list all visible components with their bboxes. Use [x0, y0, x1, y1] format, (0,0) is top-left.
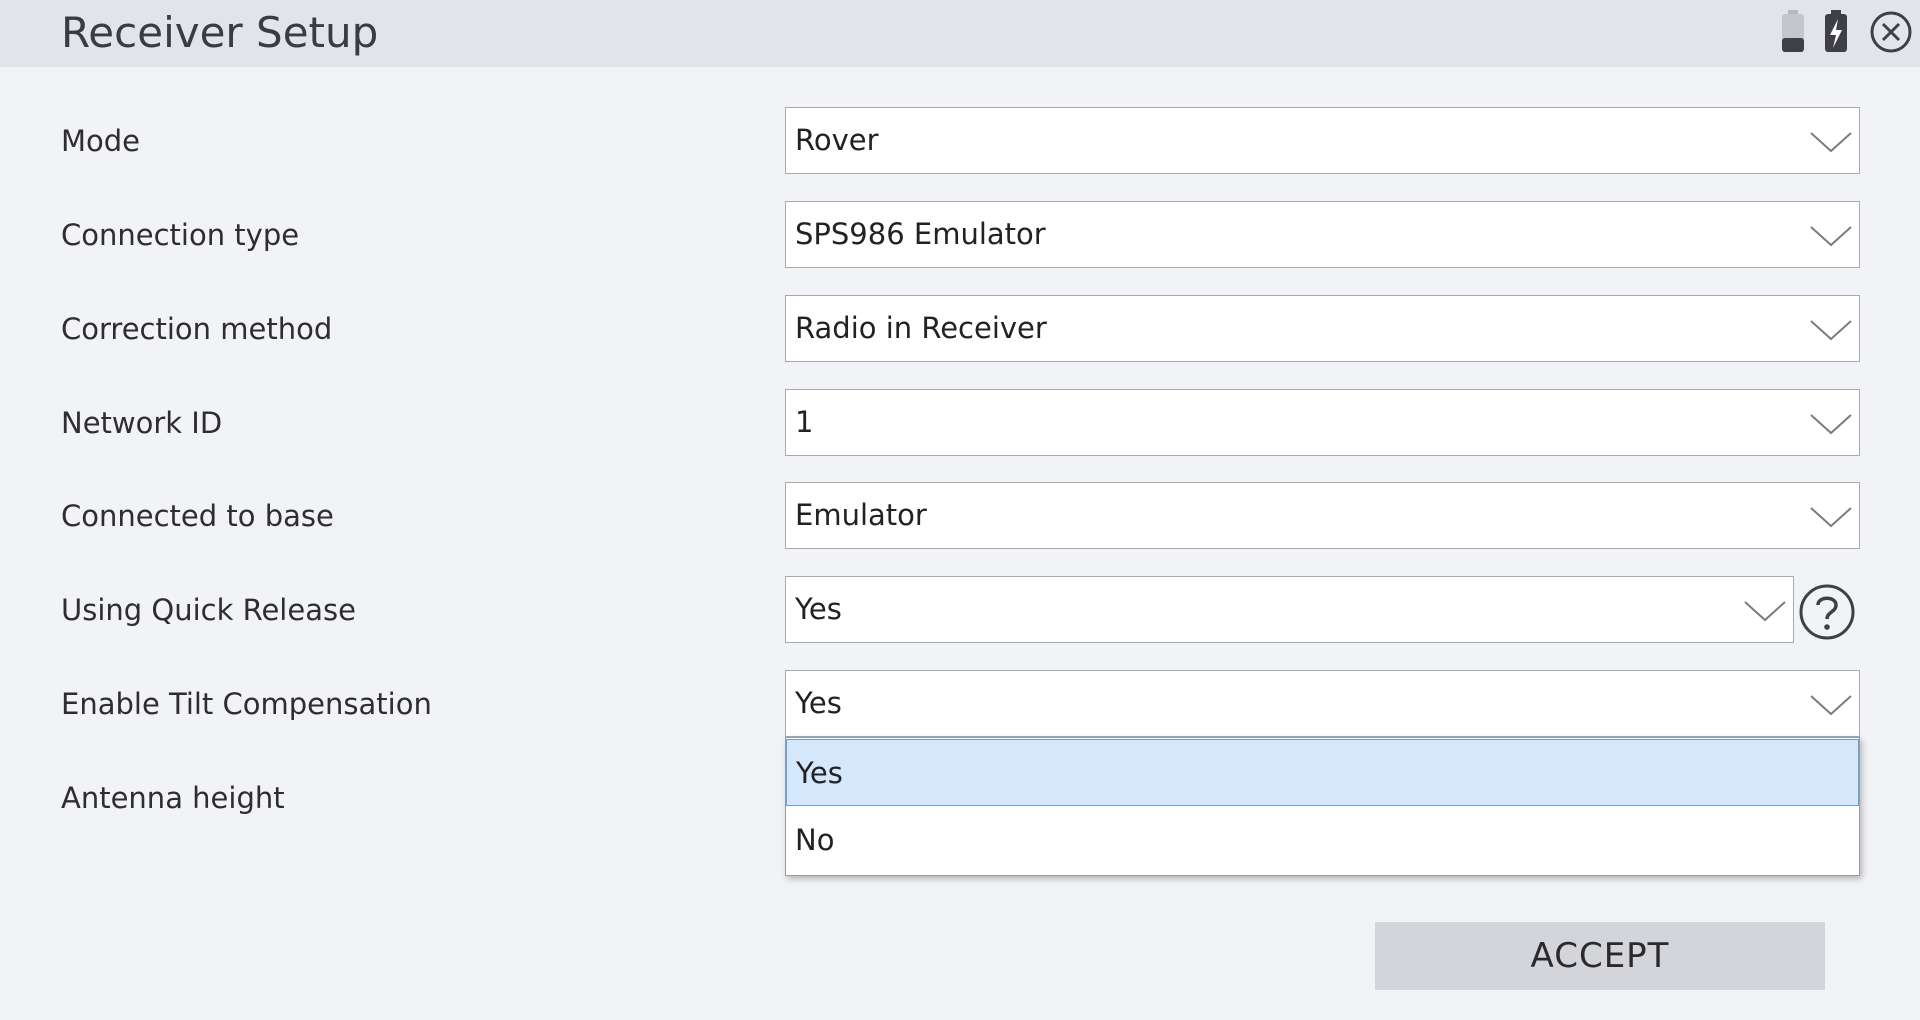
quick-release-value: Yes [795, 592, 842, 626]
option-no[interactable]: No [786, 807, 1859, 874]
accept-button[interactable]: ACCEPT [1375, 922, 1825, 990]
mode-select[interactable]: Rover [785, 107, 1860, 174]
tilt-compensation-select[interactable]: Yes [785, 670, 1860, 737]
tilt-compensation-label: Enable Tilt Compensation [61, 687, 432, 721]
page-title: Receiver Setup [61, 8, 379, 57]
connection-type-select[interactable]: SPS986 Emulator [785, 201, 1860, 268]
connected-to-base-select[interactable]: Emulator [785, 482, 1860, 549]
chevron-down-icon [1743, 599, 1787, 627]
connected-to-base-label: Connected to base [61, 499, 334, 533]
title-bar: Receiver Setup [0, 0, 1920, 67]
correction-method-value: Radio in Receiver [795, 311, 1047, 345]
correction-method-label: Correction method [61, 312, 333, 346]
network-id-label: Network ID [61, 406, 223, 440]
mode-value: Rover [795, 123, 879, 157]
battery-charging-icon [1823, 8, 1849, 58]
chevron-down-icon [1809, 505, 1853, 533]
network-id-value: 1 [795, 405, 814, 439]
connection-type-value: SPS986 Emulator [795, 217, 1046, 251]
mode-label: Mode [61, 124, 141, 158]
chevron-down-icon [1809, 693, 1853, 721]
connection-type-label: Connection type [61, 218, 300, 252]
chevron-down-icon [1809, 412, 1853, 440]
quick-release-label: Using Quick Release [61, 593, 356, 627]
chevron-down-icon [1809, 130, 1853, 158]
tilt-compensation-options: Yes No [785, 737, 1860, 876]
close-icon[interactable] [1869, 10, 1913, 58]
correction-method-select[interactable]: Radio in Receiver [785, 295, 1860, 362]
chevron-down-icon [1809, 318, 1853, 346]
quick-release-select[interactable]: Yes [785, 576, 1794, 643]
help-icon[interactable] [1798, 583, 1856, 645]
antenna-height-label: Antenna height [61, 781, 285, 815]
battery-icon [1780, 8, 1806, 58]
tilt-compensation-value: Yes [795, 686, 842, 720]
connected-to-base-value: Emulator [795, 498, 927, 532]
network-id-select[interactable]: 1 [785, 389, 1860, 456]
chevron-down-icon [1809, 224, 1853, 252]
option-yes[interactable]: Yes [786, 739, 1859, 806]
